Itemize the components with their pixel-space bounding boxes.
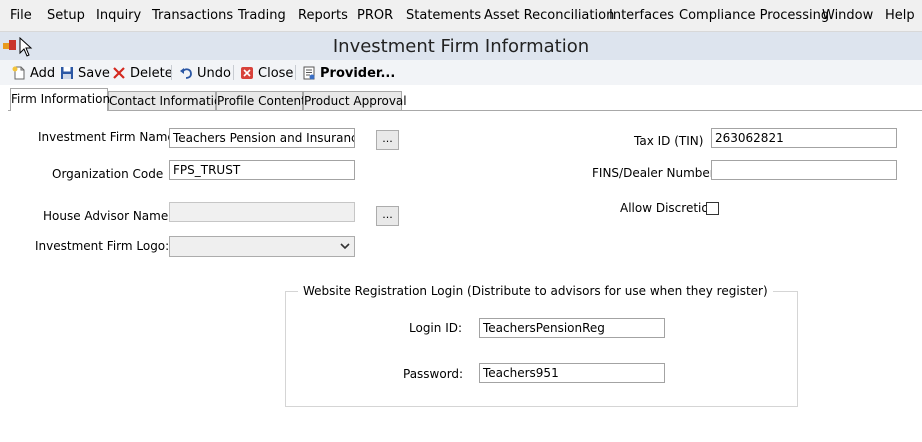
login-id-field[interactable]: TeachersPensionReg [479, 318, 665, 338]
fins-dealer-label: FINS/Dealer Number [592, 166, 715, 180]
new-document-icon [12, 66, 26, 80]
toolbar-separator [171, 65, 172, 80]
menu-bar: File Setup Inquiry Transactions Trading … [0, 0, 922, 32]
tax-id-label: Tax ID (TIN) [634, 134, 704, 148]
tax-id-field[interactable]: 263062821 [711, 128, 897, 148]
menu-help[interactable]: Help [885, 8, 915, 24]
menu-statements[interactable]: Statements [406, 8, 481, 24]
firm-name-field[interactable]: Teachers Pension and Insurance Serv [169, 128, 355, 148]
window-title-bar: Investment Firm Information [0, 32, 922, 60]
tab-strip: Firm Information Contact Information Pro… [0, 88, 922, 111]
close-box-icon [240, 66, 254, 80]
delete-button[interactable]: Delete [112, 64, 173, 82]
save-label: Save [78, 65, 110, 81]
delete-x-icon [112, 66, 126, 80]
undo-arrow-icon [179, 66, 193, 80]
fins-dealer-field[interactable] [711, 160, 897, 180]
report-document-icon [302, 66, 316, 80]
menu-pror[interactable]: PROR [357, 8, 393, 24]
house-advisor-field [169, 202, 355, 222]
organization-code-field[interactable]: FPS_TRUST [169, 160, 355, 180]
undo-label: Undo [197, 65, 231, 81]
menu-window[interactable]: Window [822, 8, 873, 24]
menu-transactions[interactable]: Transactions [152, 8, 233, 24]
provider-label: Provider... [320, 65, 396, 81]
undo-button[interactable]: Undo [179, 64, 231, 82]
menu-compliance-processing[interactable]: Compliance Processing [679, 8, 829, 24]
website-registration-group [285, 291, 798, 407]
add-label: Add [30, 65, 56, 81]
tab-product-approval[interactable]: Product Approval [303, 91, 407, 110]
login-id-label: Login ID: [409, 321, 463, 335]
close-button[interactable]: Close [240, 64, 293, 82]
menu-interfaces[interactable]: Interfaces [609, 8, 674, 24]
menu-setup[interactable]: Setup [47, 8, 85, 24]
password-label: Password: [403, 367, 464, 381]
window-title: Investment Firm Information [332, 36, 590, 57]
close-label: Close [258, 65, 294, 81]
website-registration-legend: Website Registration Login (Distribute t… [298, 284, 773, 298]
chevron-down-icon [340, 243, 350, 250]
tab-profile-content[interactable]: Profile Content [216, 91, 306, 110]
allow-discretion-label: Allow Discretion [620, 201, 717, 215]
menu-file[interactable]: File [10, 8, 32, 24]
allow-discretion-checkbox[interactable] [706, 202, 719, 215]
toolbar-separator [295, 65, 296, 80]
save-disk-icon [60, 66, 74, 80]
firm-name-label: Investment Firm Name [38, 130, 175, 144]
toolbar-separator [233, 65, 234, 80]
firm-logo-label: Investment Firm Logo: [35, 239, 170, 253]
menu-reports[interactable]: Reports [298, 8, 348, 24]
house-advisor-lookup-button[interactable]: ... [376, 206, 399, 226]
menu-asset-reconciliation[interactable]: Asset Reconciliation [484, 8, 614, 24]
toolbar: Add Save Delete Undo Close Provider... [0, 60, 922, 85]
tab-panel-border [8, 110, 922, 111]
password-field[interactable]: Teachers951 [479, 363, 665, 383]
provider-button[interactable]: Provider... [302, 64, 395, 82]
firm-name-lookup-button[interactable]: ... [376, 130, 399, 150]
tab-contact-information[interactable]: Contact Information [108, 91, 229, 110]
save-button[interactable]: Save [60, 64, 110, 82]
firm-logo-select[interactable] [169, 236, 355, 257]
house-advisor-label: House Advisor Name [43, 209, 169, 223]
add-button[interactable]: Add [12, 64, 55, 82]
menu-inquiry[interactable]: Inquiry [96, 8, 141, 24]
tab-firm-information[interactable]: Firm Information [10, 88, 110, 111]
delete-label: Delete [130, 65, 173, 81]
menu-trading[interactable]: Trading [238, 8, 286, 24]
organization-code-label: Organization Code [52, 167, 164, 181]
